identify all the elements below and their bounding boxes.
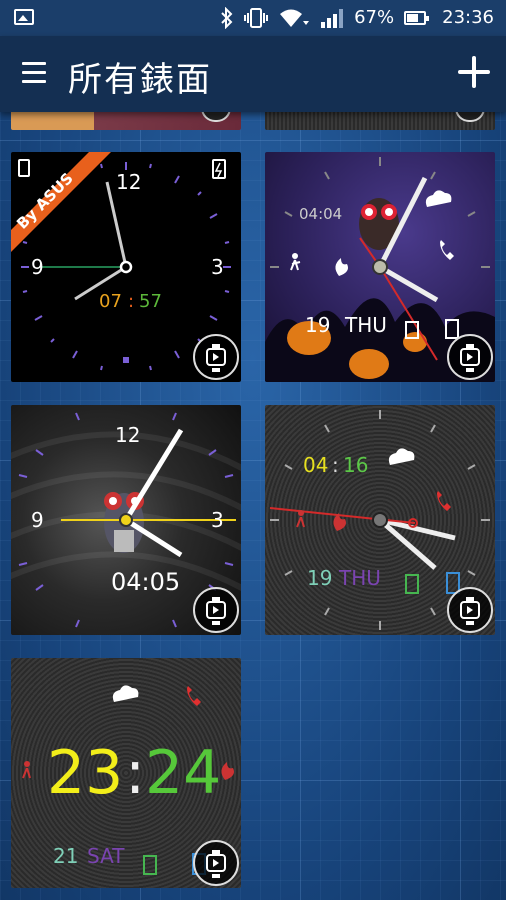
- battery-percent: 67%: [354, 7, 395, 28]
- date-weekday: SAT: [87, 844, 125, 868]
- signal-icon: [321, 9, 344, 28]
- digital-hours: 07: [99, 291, 122, 312]
- clock: 23:36: [442, 7, 494, 28]
- numeral-3: 3: [211, 508, 224, 532]
- bluetooth-icon: [221, 7, 233, 29]
- digital-separator: :: [128, 291, 135, 312]
- preview-on-watch-button[interactable]: [447, 334, 493, 380]
- digital-minutes: 57: [139, 291, 162, 312]
- wifi-icon: [280, 9, 310, 27]
- digital-separator: :: [125, 738, 146, 808]
- image-notification-icon: [14, 9, 34, 25]
- digital-hours: 23: [47, 738, 124, 808]
- date-day: 21: [53, 844, 79, 868]
- watchface-tile-metal-digital[interactable]: 23 : 24 21 SAT: [11, 658, 241, 888]
- vibrate-icon: [244, 8, 269, 28]
- numeral-9: 9: [31, 508, 44, 532]
- asus-badge: [11, 152, 111, 252]
- status-icons: 67% 23:36: [220, 0, 494, 36]
- date-weekday: THU: [345, 313, 387, 337]
- watchface-tile-halloween[interactable]: 04:04 19 THU: [265, 152, 495, 382]
- digital-separator: :: [332, 453, 339, 477]
- numeral-9: 9: [31, 255, 44, 279]
- preview-on-watch-button[interactable]: [193, 840, 239, 886]
- preview-on-watch-button[interactable]: [447, 587, 493, 633]
- date-day: 19: [305, 313, 331, 337]
- watchface-tile-asus[interactable]: By ASUS 12 3 9 07 : 57: [11, 152, 241, 382]
- digital-minutes: 24: [145, 738, 222, 808]
- watchface-tile-robot[interactable]: 12 3 9 04:05: [11, 405, 241, 635]
- date-day: 19: [307, 566, 333, 590]
- digital-minutes: 16: [343, 453, 369, 477]
- numeral-12: 12: [115, 423, 141, 447]
- preview-on-watch-button[interactable]: [193, 334, 239, 380]
- add-watchface-button[interactable]: [456, 54, 492, 90]
- numeral-3: 3: [211, 255, 224, 279]
- preview-on-watch-button[interactable]: [193, 587, 239, 633]
- battery-icon: [404, 11, 430, 25]
- digital-hours: 04: [303, 453, 329, 477]
- digital-time: 04:04: [299, 205, 343, 223]
- hamburger-menu-icon[interactable]: [22, 62, 46, 84]
- date-weekday: THU: [339, 566, 381, 590]
- app-bar: 所有錶面: [0, 36, 506, 112]
- page-title: 所有錶面: [68, 60, 212, 100]
- numeral-12: 12: [116, 170, 142, 194]
- watchface-tile-metal-analog[interactable]: 04 : 16 19 THU: [265, 405, 495, 635]
- digital-time: 04:05: [111, 568, 181, 596]
- status-bar: 67% 23:36: [0, 0, 506, 36]
